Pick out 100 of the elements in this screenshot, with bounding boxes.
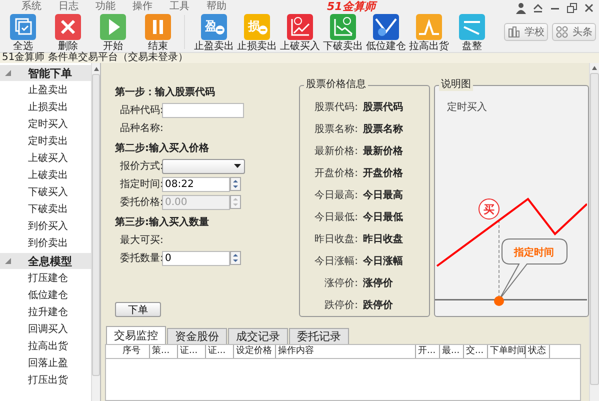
input-field[interactable]: 0: [162, 250, 230, 266]
toolbar-button[interactable]: 损 止损卖出: [239, 13, 275, 52]
sidebar-section[interactable]: 全息模型: [0, 253, 91, 269]
info-label: 今日涨幅:: [314, 254, 358, 268]
info-label: 跌停价:: [324, 298, 358, 312]
column-header[interactable]: 状态: [526, 345, 550, 358]
menu-item[interactable]: 功能: [87, 0, 124, 12]
menu-item[interactable]: 日志: [50, 0, 87, 12]
field-label: 委托数量:: [120, 252, 162, 265]
scroll-up-icon[interactable]: [591, 65, 598, 71]
info-value: 股票代码: [363, 100, 404, 114]
sidebar-item[interactable]: 到价买入: [0, 218, 91, 235]
column-header[interactable]: 交...: [464, 345, 488, 358]
sidebar-item[interactable]: 定时卖出: [0, 133, 91, 150]
menu-item[interactable]: 工具: [161, 0, 198, 12]
side-button[interactable]: 头条: [552, 23, 596, 41]
field-label: 最大可买:: [120, 234, 162, 247]
building-icon: [508, 26, 520, 38]
field-label: 品种代码:: [120, 104, 162, 117]
toolbar-button[interactable]: 盘整: [454, 13, 490, 52]
column-header[interactable]: 下单时间: [488, 345, 526, 358]
sidebar-item[interactable]: 回调买入: [0, 321, 91, 338]
info-label: 开盘价格:: [314, 166, 358, 180]
input-field[interactable]: [162, 102, 244, 118]
column-header[interactable]: 设定价格: [234, 345, 276, 358]
toolbar-button[interactable]: 上破买入: [282, 13, 318, 52]
window-title: 51金算师 条件单交易平台（交易未登录）: [0, 53, 599, 63]
sidebar-item[interactable]: 定时买入: [0, 116, 91, 133]
toolbar-button[interactable]: 全选: [5, 13, 41, 52]
info-label: 涨停价:: [324, 276, 358, 290]
sidebar-item[interactable]: 打压出货: [0, 372, 91, 389]
field-label: 报价方式:: [120, 160, 162, 173]
toolbar-button[interactable]: 开始: [95, 13, 131, 52]
sidebar-item[interactable]: 止盈卖出: [0, 82, 91, 99]
menu-item[interactable]: 帮助: [198, 0, 235, 12]
expander-icon[interactable]: [5, 70, 11, 76]
sidebar-item[interactable]: 止损卖出: [0, 99, 91, 116]
info-value: 昨日收盘: [363, 232, 404, 246]
tab[interactable]: 交易监控: [106, 326, 166, 344]
info-label: 今日最低:: [314, 211, 358, 224]
side-button[interactable]: 学校: [504, 23, 548, 41]
dropdown-arrow-icon[interactable]: [234, 164, 241, 168]
info-value: 最新价格: [363, 144, 404, 158]
info-value: 今日最低: [363, 210, 404, 224]
sidebar-item[interactable]: 拉升建仓: [0, 304, 91, 321]
input-field[interactable]: 08:22: [162, 176, 230, 192]
column-header[interactable]: 开...: [416, 345, 440, 358]
sidebar-section[interactable]: 智能下单: [0, 65, 91, 81]
menu-item[interactable]: 系统: [13, 0, 50, 12]
collapse-icon[interactable]: [532, 2, 544, 14]
column-header[interactable]: 序号: [114, 345, 150, 358]
tab[interactable]: 委托记录: [289, 328, 349, 344]
toolbar-button[interactable]: 删除: [50, 13, 86, 52]
sidebar-item[interactable]: 到价卖出: [0, 235, 91, 252]
column-header[interactable]: 操作内容: [276, 345, 416, 358]
grid-icon: [556, 26, 568, 38]
scrollbar[interactable]: [91, 63, 100, 401]
toolbar-button[interactable]: 盈 止盈卖出: [196, 13, 232, 52]
scroll-up-icon[interactable]: [92, 66, 100, 72]
column-header[interactable]: 证...: [206, 345, 234, 358]
sidebar-item[interactable]: 下破卖出: [0, 201, 91, 218]
expander-icon[interactable]: [5, 258, 11, 264]
column-header[interactable]: 最...: [440, 345, 464, 358]
scroll-thumb[interactable]: [590, 73, 599, 385]
info-value: 开盘价格: [363, 166, 404, 180]
spinner-icon: [230, 195, 241, 209]
time-dot: [494, 296, 504, 306]
column-header[interactable]: 证...: [178, 345, 206, 358]
spinner-icon[interactable]: [230, 251, 241, 265]
scrollbar[interactable]: [589, 63, 599, 401]
info-label: 最新价格:: [314, 144, 358, 158]
toolbar-button[interactable]: 下破卖出: [325, 13, 361, 52]
sidebar-item[interactable]: 上破卖出: [0, 167, 91, 184]
sidebar-item[interactable]: 上破买入: [0, 150, 91, 167]
user-icon[interactable]: [515, 2, 527, 14]
column-header[interactable]: 策...: [150, 345, 178, 358]
sidebar-item[interactable]: 回落止盈: [0, 355, 91, 372]
toolbar-button[interactable]: 低位建仓: [368, 13, 404, 52]
menu-item[interactable]: 操作: [124, 0, 161, 12]
tab[interactable]: 资金股份: [167, 328, 227, 344]
step-title: 第三步:输入买入数量: [115, 216, 210, 230]
info-value: 今日涨幅: [363, 254, 404, 268]
info-value: 涨停价: [363, 276, 394, 290]
sidebar-item[interactable]: 下破买入: [0, 184, 91, 201]
sidebar-item[interactable]: 低位建仓: [0, 287, 91, 304]
tab[interactable]: 成交记录: [228, 328, 288, 344]
field-label: 委托价格:: [120, 196, 162, 209]
restore-icon[interactable]: [566, 2, 578, 14]
toolbar-button[interactable]: 结束: [140, 13, 176, 52]
toolbar-button[interactable]: 拉高出货: [411, 13, 447, 52]
close-icon[interactable]: [583, 2, 595, 14]
submit-button[interactable]: 下单: [115, 302, 161, 317]
illustration-caption: 定时买入: [446, 100, 488, 114]
info-label: 股票代码:: [314, 101, 358, 114]
sidebar-item[interactable]: 打压建仓: [0, 270, 91, 287]
sidebar-item[interactable]: 拉高出货: [0, 338, 91, 355]
info-label: 今日最高:: [314, 188, 358, 202]
step-title: 第一步：输入股票代码: [115, 86, 216, 100]
spinner-icon[interactable]: [230, 177, 241, 191]
scroll-thumb[interactable]: [92, 74, 100, 376]
